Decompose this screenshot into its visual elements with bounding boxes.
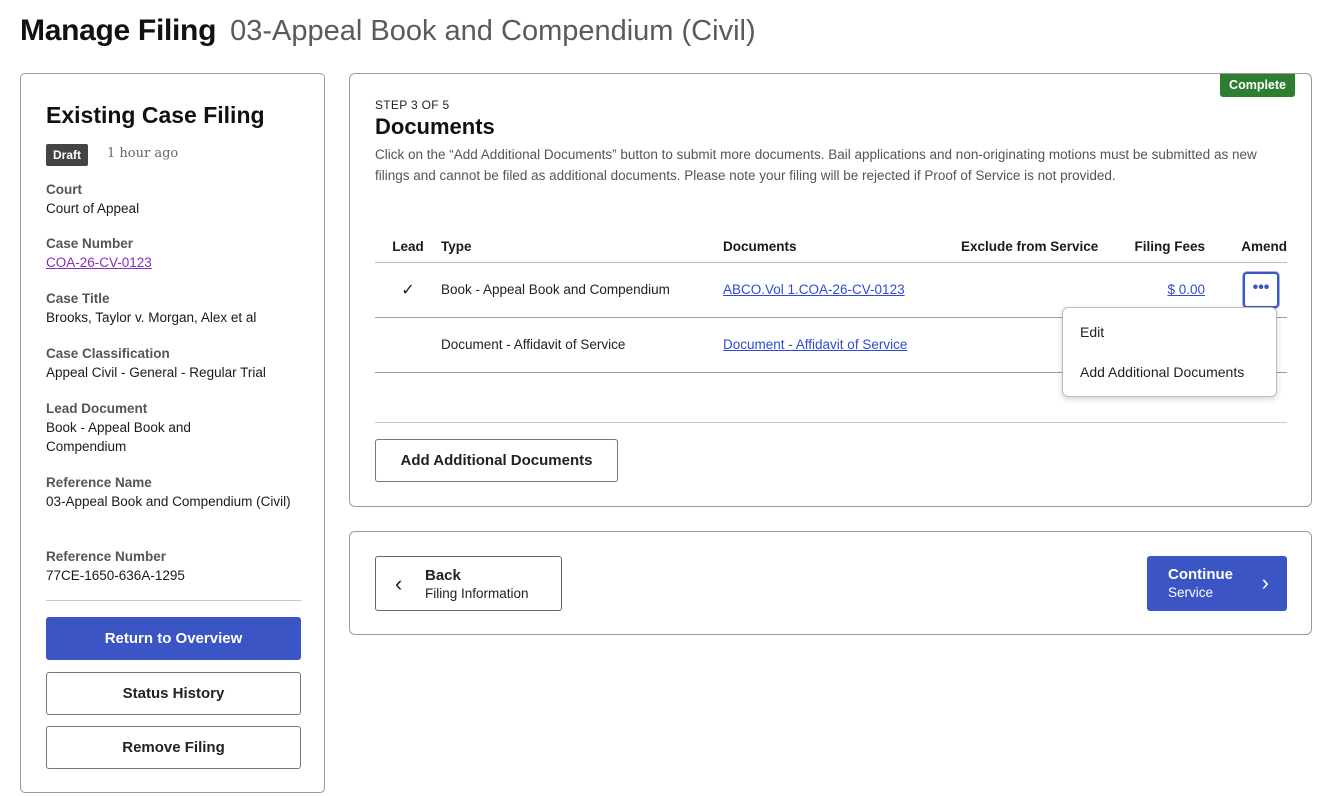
reference-number-label: Reference Number [46, 549, 167, 564]
sidebar-divider [46, 600, 301, 601]
case-classification-value: Appeal Civil - General - Regular Trial [46, 365, 266, 380]
column-header-lead: Lead [375, 231, 441, 263]
case-number-field: Case Number COA-26-CV-0123 [46, 235, 306, 272]
sidebar-heading: Existing Case Filing [46, 102, 265, 128]
menu-item-edit[interactable]: Edit [1080, 324, 1104, 340]
lead-document-field: Lead Document Book - Appeal Book and Com… [46, 400, 226, 456]
document-type-cell: Document - Affidavit of Service [441, 317, 723, 373]
status-badge: Draft [46, 144, 89, 166]
remove-filing-button[interactable]: Remove Filing [46, 726, 301, 769]
chevron-left-icon: ‹ [395, 571, 403, 596]
case-title-label: Case Title [46, 291, 110, 306]
continue-label: Continue [1168, 566, 1233, 583]
reference-number-field: Reference Number 77CE-1650-636A-1295 [46, 548, 306, 585]
documents-divider [375, 422, 1287, 423]
chevron-right-icon: › [1261, 570, 1269, 595]
reference-number-value: 77CE-1650-636A-1295 [46, 568, 185, 583]
amend-options-menu: Edit Add Additional Documents [1062, 307, 1277, 397]
case-classification-label: Case Classification [46, 346, 170, 361]
more-options-button[interactable]: ••• [1243, 271, 1279, 308]
column-header-documents: Documents [723, 231, 961, 263]
column-header-amend: Amend [1205, 231, 1287, 263]
table-header-row: Lead Type Documents Exclude from Service… [375, 231, 1287, 263]
step-indicator: STEP 3 OF 5 [375, 98, 450, 112]
filing-fee-link[interactable]: $ 0.00 [1167, 282, 1205, 297]
complete-badge: Complete [1220, 74, 1295, 97]
column-header-type: Type [441, 231, 723, 263]
lead-document-value: Book - Appeal Book and Compendium [46, 420, 191, 454]
page-title: Manage Filing [20, 14, 217, 47]
continue-button[interactable]: Continue Service › [1147, 556, 1287, 611]
menu-item-add-additional-documents[interactable]: Add Additional Documents [1080, 364, 1244, 380]
document-type-cell: Book - Appeal Book and Compendium [441, 262, 723, 318]
documents-card: Complete STEP 3 OF 5 Documents Click on … [349, 73, 1312, 507]
status-history-button[interactable]: Status History [46, 672, 301, 715]
court-field: Court Court of Appeal [46, 181, 306, 218]
instructions-text: Click on the “Add Additional Documents” … [375, 147, 1257, 183]
document-link[interactable]: ABCO.Vol 1.COA-26-CV-0123 [723, 282, 905, 297]
reference-name-label: Reference Name [46, 475, 152, 490]
column-header-exclude: Exclude from Service [961, 231, 1111, 263]
continue-sublabel: Service [1168, 585, 1214, 600]
step-navigation: ‹ Back Filing Information Continue Servi… [349, 531, 1312, 635]
add-additional-documents-button[interactable]: Add Additional Documents [375, 439, 618, 482]
back-button[interactable]: ‹ Back Filing Information [375, 556, 562, 611]
lead-cell [375, 317, 441, 373]
case-summary-sidebar: Existing Case Filing Draft 1 hour ago Co… [20, 73, 325, 793]
lead-document-label: Lead Document [46, 401, 148, 416]
case-title-value: Brooks, Taylor v. Morgan, Alex et al [46, 310, 257, 325]
case-title-field: Case Title Brooks, Taylor v. Morgan, Ale… [46, 290, 306, 327]
return-to-overview-button[interactable]: Return to Overview [46, 617, 301, 660]
back-label: Back [425, 567, 461, 584]
section-title: Documents [375, 114, 495, 139]
case-number-link[interactable]: COA-26-CV-0123 [46, 253, 306, 272]
case-classification-field: Case Classification Appeal Civil - Gener… [46, 345, 306, 382]
reference-name-field: Reference Name 03-Appeal Book and Compen… [46, 474, 291, 511]
case-number-label: Case Number [46, 236, 134, 251]
reference-name-value: 03-Appeal Book and Compendium (Civil) [46, 494, 291, 509]
court-value: Court of Appeal [46, 201, 140, 216]
page-subtitle: 03-Appeal Book and Compendium (Civil) [230, 15, 756, 47]
back-sublabel: Filing Information [425, 586, 529, 601]
document-link[interactable]: Document - Affidavit of Service [723, 337, 907, 352]
page-header: Manage Filing 03-Appeal Book and Compend… [20, 14, 756, 48]
last-updated-time: 1 hour ago [107, 146, 179, 161]
column-header-fees: Filing Fees [1111, 231, 1205, 263]
lead-check-icon: ✓ [401, 281, 415, 299]
court-label: Court [46, 182, 82, 197]
